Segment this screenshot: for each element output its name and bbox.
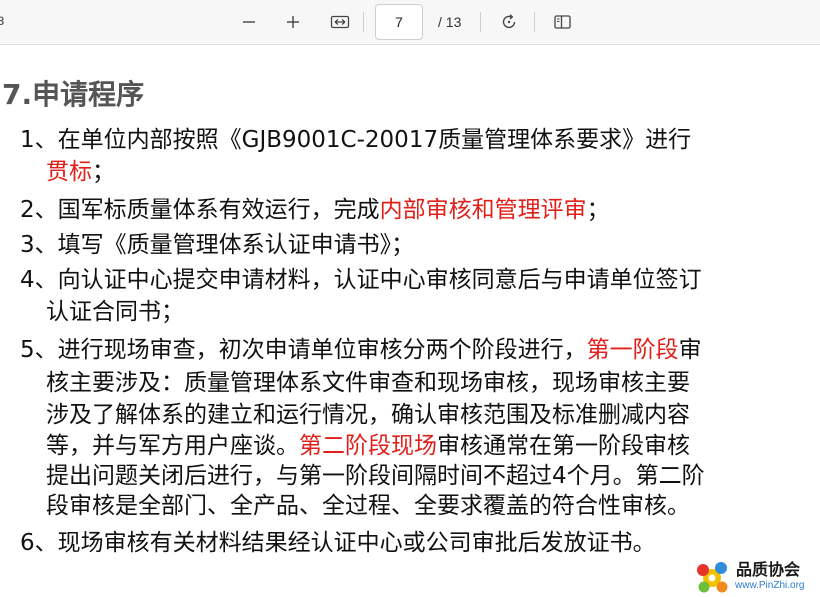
highlight-text: 贯标 [46, 159, 92, 185]
item-text: 认证合同书； [46, 299, 184, 325]
item-number: 3、 [20, 232, 58, 258]
minus-icon [243, 21, 255, 23]
rotate-button[interactable] [495, 8, 523, 36]
item-text: 填写《质量管理体系认证申请书》； [57, 232, 415, 258]
highlight-text: 内部审核和管理评审 [379, 197, 587, 223]
item-number: 6、 [20, 530, 58, 556]
highlight-text: 第二阶段现场 [299, 433, 437, 459]
item-text: 国军标质量体系有效运行，完成 [57, 197, 380, 223]
list-item: 3、填写《质量管理体系认证申请书》； [20, 230, 414, 260]
item-text: 涉及了解体系的建立和运行情况，确认审核范围及标准删减内容 [46, 402, 690, 428]
item-text: 审核通常在第一阶段审核 [437, 433, 690, 459]
item-text: 审 [678, 337, 702, 363]
list-item: 4、向认证中心提交申请材料，认证中心审核同意后与申请单位签订 [20, 265, 702, 295]
page-view-button[interactable] [549, 8, 577, 36]
watermark-url: www.PinZhi.org [735, 580, 805, 591]
list-item-continuation: 涉及了解体系的建立和运行情况，确认审核范围及标准删减内容 [46, 400, 690, 430]
list-item: 6、现场审核有关材料结果经认证中心或公司审批后发放证书。 [20, 528, 656, 558]
rotate-icon [502, 14, 516, 29]
list-item-continuation: 等，并与军方用户座谈。第二阶段现场审核通常在第一阶段审核 [46, 431, 690, 461]
item-text: ； [92, 159, 115, 185]
item-text: 现场审核有关材料结果经认证中心或公司审批后发放证书。 [57, 530, 656, 556]
page-total: / 13 [438, 14, 462, 30]
list-item-continuation: 段审核是全部门、全产品、全过程、全要求覆盖的符合性审核。 [46, 491, 690, 521]
list-item-continuation: 提出问题关闭后进行，与第一阶段间隔时间不超过4个月。第二阶 [46, 461, 705, 491]
item-text: 向认证中心提交申请材料，认证中心审核同意后与申请单位签订 [57, 267, 702, 293]
list-item-continuation: 贯标； [46, 157, 115, 187]
page-number-input[interactable] [375, 4, 423, 40]
edge-glyph: ɜ [0, 12, 5, 29]
zoom-in-button[interactable] [279, 8, 307, 36]
fit-width-icon [330, 15, 350, 29]
list-item: 1、在单位内部按照《GJB9001C-20017质量管理体系要求》进行 [20, 125, 691, 155]
item-text: 等，并与军方用户座谈。 [46, 433, 299, 459]
plus-icon [287, 16, 299, 28]
toolbar-divider [480, 12, 481, 32]
highlight-text: 第一阶段 [586, 337, 679, 363]
page-view-icon [554, 15, 571, 29]
pdf-toolbar: ɜ / 13 [0, 0, 820, 45]
list-item: 5、进行现场审查，初次申请单位审核分两个阶段进行，第一阶段审 [20, 335, 702, 365]
item-text: 提出问题关闭后进行，与第一阶段间隔时间不超过4个月。第二阶 [46, 463, 705, 489]
item-text: 进行现场审查，初次申请单位审核分两个阶段进行， [57, 337, 587, 363]
fit-width-button[interactable] [326, 8, 354, 36]
item-text: ； [586, 197, 610, 223]
list-item: 2、国军标质量体系有效运行，完成内部审核和管理评审； [20, 195, 610, 225]
item-number: 1、 [20, 127, 58, 153]
toolbar-divider [534, 12, 535, 32]
toolbar-divider [363, 12, 364, 32]
item-text: 段审核是全部门、全产品、全过程、全要求覆盖的符合性审核。 [46, 493, 690, 519]
document-page: 7.申请程序 1、在单位内部按照《GJB9001C-20017质量管理体系要求》… [0, 45, 820, 597]
item-text: 在单位内部按照《GJB9001C-20017质量管理体系要求》进行 [57, 127, 692, 153]
list-item-continuation: 核主要涉及：质量管理体系文件审查和现场审核，现场审核主要 [46, 368, 690, 398]
watermark-title: 品质协会 [736, 560, 801, 579]
item-number: 5、 [20, 337, 58, 363]
list-item-continuation: 认证合同书； [46, 297, 184, 327]
item-text: 核主要涉及：质量管理体系文件审查和现场审核，现场审核主要 [46, 370, 690, 396]
item-number: 2、 [20, 197, 58, 223]
section-heading: 7.申请程序 [2, 78, 145, 111]
item-number: 4、 [20, 267, 58, 293]
zoom-out-button[interactable] [235, 8, 263, 36]
